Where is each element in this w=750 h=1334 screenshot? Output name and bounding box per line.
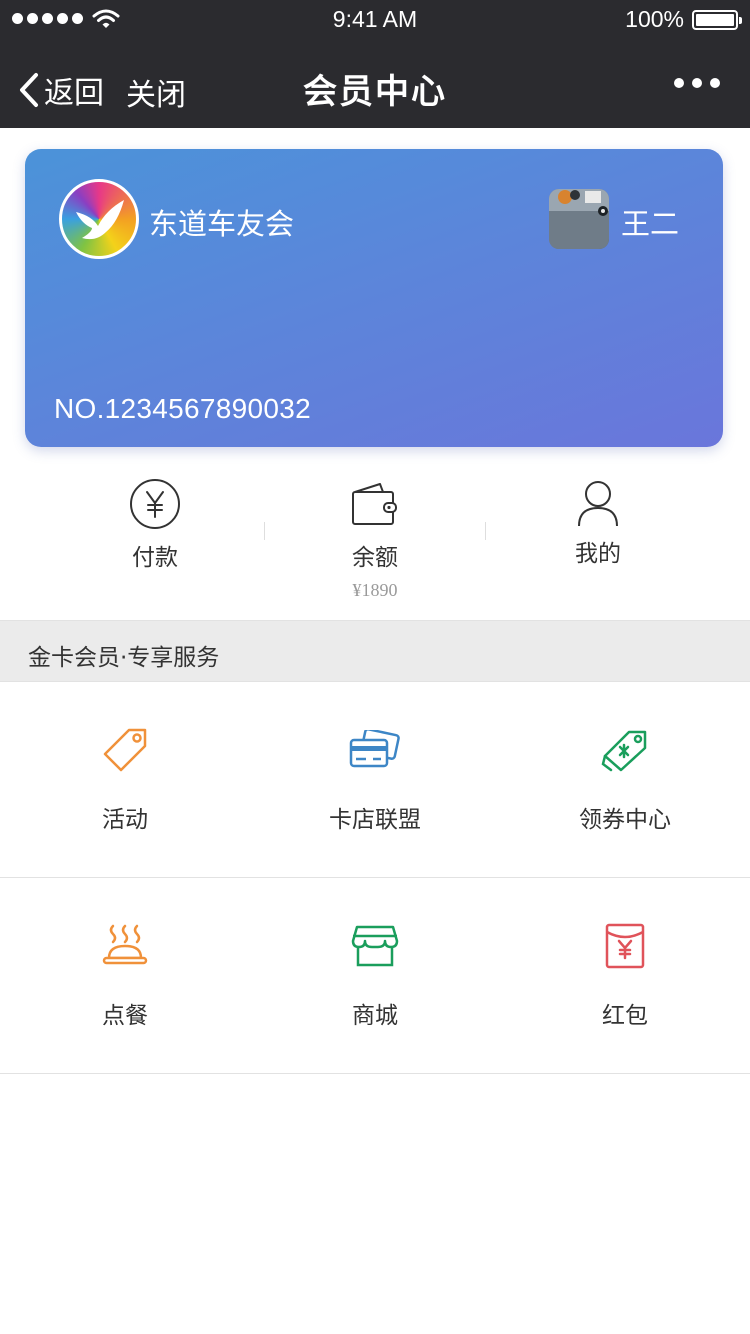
- section-title: 金卡会员·专享服务: [28, 645, 220, 671]
- mine-button[interactable]: 我的: [498, 476, 698, 568]
- service-label: 商城: [352, 1003, 398, 1029]
- service-card-alliance[interactable]: 卡店联盟: [250, 682, 500, 877]
- card-number: NO.1234567890032: [54, 393, 312, 424]
- service-coupon-center[interactable]: 领券中心: [500, 682, 750, 877]
- divider: [264, 522, 265, 540]
- store-icon: [351, 925, 399, 967]
- service-order-food[interactable]: 点餐: [0, 878, 250, 1073]
- service-activity[interactable]: 活动: [0, 682, 250, 877]
- avatar[interactable]: [549, 189, 609, 249]
- close-button[interactable]: 关闭: [126, 70, 186, 114]
- more-dot: [710, 78, 720, 88]
- back-button[interactable]: 返回: [18, 68, 104, 112]
- pay-label: 付款: [132, 545, 178, 571]
- cards-icon: [349, 730, 400, 768]
- service-red-packet[interactable]: 红包: [500, 878, 750, 1073]
- balance-value: ¥1890: [352, 580, 398, 600]
- mine-label: 我的: [575, 541, 621, 567]
- more-dot: [692, 78, 702, 88]
- tag-icon: [103, 728, 147, 772]
- red-packet-icon: [605, 923, 645, 969]
- user-name: 王二: [621, 207, 680, 241]
- quick-actions: 付款 余额 ¥1890 我的: [0, 460, 750, 618]
- services-row-2: 点餐 商城 红包: [0, 878, 750, 1074]
- club-name: 东道车友会: [149, 207, 295, 241]
- service-label: 红包: [602, 1003, 648, 1029]
- navigation-bar: 返回 关闭 会员中心: [0, 40, 750, 128]
- balance-label: 余额: [352, 545, 398, 571]
- balance-button[interactable]: 余额 ¥1890: [275, 476, 475, 601]
- club-logo: [59, 179, 139, 259]
- food-cloche-icon: [102, 924, 148, 965]
- avatar-photo: [549, 189, 609, 249]
- battery-icon: [692, 10, 742, 30]
- services-row-1: 活动 卡店联盟 领券中心: [0, 682, 750, 878]
- pay-button[interactable]: 付款: [55, 476, 255, 572]
- section-header: 金卡会员·专享服务: [0, 620, 750, 682]
- more-dot: [674, 78, 684, 88]
- coupon-icon: [601, 730, 647, 772]
- dove-icon: [76, 200, 124, 240]
- wallet-icon: [352, 483, 397, 525]
- service-label: 活动: [102, 807, 148, 833]
- chevron-left-icon: [20, 73, 38, 107]
- battery-percentage: 100%: [625, 6, 684, 32]
- service-mall[interactable]: 商城: [250, 878, 500, 1073]
- page-title: 会员中心: [303, 72, 447, 112]
- more-menu-button[interactable]: [674, 78, 720, 88]
- service-label: 领券中心: [579, 807, 671, 833]
- user-icon: [578, 481, 618, 527]
- yuan-circle-icon: [130, 479, 180, 529]
- status-bar: 9:41 AM 100%: [0, 0, 750, 40]
- member-card[interactable]: 东道车友会 王二 NO.1234567890032: [25, 149, 723, 447]
- service-label: 卡店联盟: [329, 807, 421, 833]
- back-label: 返回: [44, 76, 104, 111]
- divider: [485, 522, 486, 540]
- service-label: 点餐: [102, 1003, 148, 1029]
